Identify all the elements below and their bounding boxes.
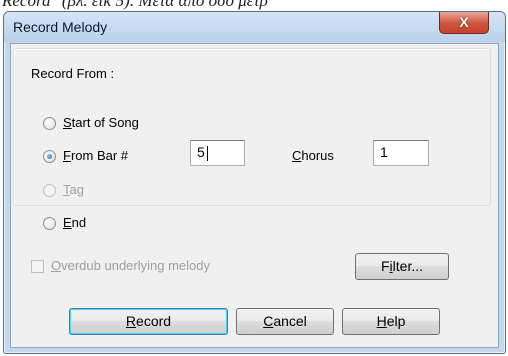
start-of-song-radio[interactable] [43,117,56,130]
title-bar[interactable]: Record Melody X [4,12,505,42]
from-bar-label[interactable]: From Bar # [63,148,128,163]
from-bar-input[interactable]: 5 [190,140,245,166]
end-label[interactable]: End [63,215,86,230]
chorus-input[interactable]: 1 [373,140,429,166]
overdub-checkbox[interactable] [31,260,44,273]
tag-radio[interactable] [43,184,56,197]
record-button[interactable]: Record [69,308,228,335]
window-title: Record Melody [13,19,108,35]
cancel-button[interactable]: Cancel [236,308,334,335]
overdub-label[interactable]: Overdub underlying melody [51,258,210,273]
from-bar-radio[interactable] [43,150,56,163]
end-radio[interactable] [43,217,56,230]
close-button[interactable]: X [439,12,489,34]
from-bar-value: 5 [197,144,205,160]
help-button[interactable]: Help [342,308,440,335]
chorus-label: Chorus [292,148,334,163]
close-icon: X [459,14,469,30]
start-of-song-label[interactable]: Start of Song [63,115,139,130]
tag-label[interactable]: Tag [63,182,84,197]
chorus-value: 1 [380,144,388,160]
filter-button[interactable]: Filter... [355,253,449,280]
